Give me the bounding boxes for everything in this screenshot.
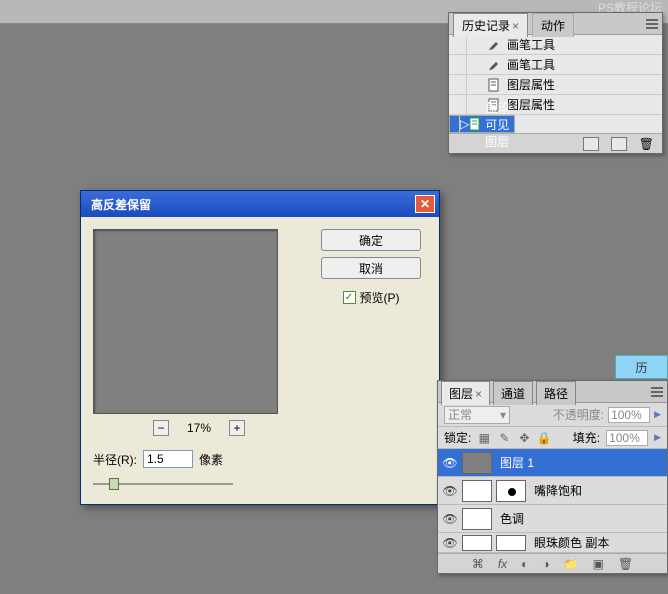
brush-icon [485, 37, 503, 53]
close-button[interactable]: ✕ [415, 195, 435, 213]
opacity-input[interactable]: 100% [608, 407, 650, 423]
visibility-icon[interactable]: 👁 [438, 456, 462, 470]
ok-button[interactable]: 确定 [321, 229, 421, 251]
close-icon[interactable]: × [475, 387, 482, 401]
zoom-in-button[interactable]: + [229, 420, 245, 436]
dialog-title: 高反差保留 [85, 196, 415, 213]
panel-menu-icon[interactable] [651, 387, 663, 397]
lock-all-icon[interactable]: 🔒 [537, 431, 551, 445]
document-icon [485, 77, 503, 93]
radius-unit: 像素 [199, 451, 223, 468]
zoom-out-button[interactable]: − [153, 420, 169, 436]
fx-icon[interactable]: fx [498, 557, 507, 571]
history-item[interactable]: 画笔工具 [449, 55, 662, 75]
tab-paths[interactable]: 路径 [536, 381, 576, 405]
layer-thumb[interactable] [462, 535, 492, 551]
new-layer-icon[interactable]: ▣ [593, 557, 604, 571]
trash-icon[interactable]: 🗑 [639, 137, 654, 151]
history-marker-icon: ▷ [460, 117, 469, 131]
layers-panel: 图层× 通道 路径 正常▾ 不透明度: 100% ▶ 锁定: ▦ ✎ ✥ 🔒 填… [437, 380, 668, 574]
history-list: 画笔工具 画笔工具 图层属性 图层属性 ▷ [449, 35, 662, 133]
layer-thumb[interactable] [462, 452, 492, 474]
history-tabs: 历史记录× 动作 [449, 13, 662, 35]
history-item[interactable]: ▷ 盖印可见图层 [449, 115, 515, 133]
layers-footer: ⌘ fx ◐ ◑ 📁 ▣ 🗑 [438, 553, 667, 573]
radius-label: 半径(R): [93, 451, 137, 468]
tab-actions[interactable]: 动作 [532, 13, 574, 37]
panel-menu-icon[interactable] [646, 19, 658, 29]
layer-thumb[interactable] [462, 508, 492, 530]
high-pass-dialog: 高反差保留 ✕ − 17% + 半径(R): 像素 确定 取消 [80, 190, 440, 505]
mask-icon[interactable]: ◐ [521, 557, 528, 571]
layer-options-row: 正常▾ 不透明度: 100% ▶ [438, 403, 667, 427]
history-item[interactable]: 图层属性 [449, 75, 662, 95]
brush-icon [485, 57, 503, 73]
preview-label: 预览(P) [360, 289, 400, 306]
link-icon[interactable]: ⌘ [472, 557, 484, 571]
fill-flyout-icon[interactable]: ▶ [654, 432, 661, 443]
fill-input[interactable]: 100% [606, 430, 648, 446]
close-icon[interactable]: × [512, 19, 519, 33]
layer-mask[interactable] [496, 480, 526, 502]
fill-label: 填充: [573, 429, 600, 446]
visibility-icon[interactable]: 👁 [438, 484, 462, 498]
lock-label: 锁定: [444, 429, 471, 446]
trash-icon[interactable]: 🗑 [618, 557, 633, 571]
dialog-titlebar[interactable]: 高反差保留 ✕ [81, 191, 439, 217]
preview-checkbox[interactable]: ✓ [343, 291, 356, 304]
cancel-button[interactable]: 取消 [321, 257, 421, 279]
folder-icon[interactable]: 📁 [564, 557, 579, 571]
radius-input[interactable] [143, 450, 193, 468]
adjustment-icon[interactable]: ◑ [542, 557, 549, 571]
layers-tabs: 图层× 通道 路径 [438, 381, 667, 403]
visibility-icon[interactable]: 👁 [438, 536, 462, 550]
history-panel: 历史记录× 动作 画笔工具 画笔工具 图层属性 [448, 12, 663, 154]
new-document-icon[interactable] [611, 137, 627, 151]
lock-pixels-icon[interactable]: ✎ [497, 431, 511, 445]
layer-list: 👁 图层 1 👁 嘴降饱和 👁 色调 👁 眼珠颜色 副本 [438, 449, 667, 553]
blend-mode-select[interactable]: 正常▾ [444, 406, 510, 424]
layer-thumb[interactable] [462, 480, 492, 502]
lock-row: 锁定: ▦ ✎ ✥ 🔒 填充: 100% ▶ [438, 427, 667, 449]
visibility-icon[interactable]: 👁 [438, 512, 462, 526]
preview-box[interactable] [93, 229, 278, 414]
zoom-value: 17% [187, 421, 211, 435]
layer-row[interactable]: 👁 嘴降饱和 [438, 477, 667, 505]
layer-mask[interactable] [496, 535, 526, 551]
history-item[interactable]: 画笔工具 [449, 35, 662, 55]
tab-channels[interactable]: 通道 [493, 381, 533, 405]
new-snapshot-icon[interactable] [583, 137, 599, 151]
floating-tab[interactable]: 历 [615, 355, 668, 379]
opacity-label: 不透明度: [553, 406, 604, 423]
slider-thumb[interactable] [109, 478, 119, 490]
layer-row[interactable]: 👁 图层 1 [438, 449, 667, 477]
stamp-icon [469, 116, 481, 132]
layer-row[interactable]: 👁 眼珠颜色 副本 [438, 533, 667, 553]
tab-history[interactable]: 历史记录× [453, 13, 528, 37]
radius-slider[interactable] [93, 476, 233, 492]
lock-position-icon[interactable]: ✥ [517, 431, 531, 445]
lock-transparency-icon[interactable]: ▦ [477, 431, 491, 445]
opacity-flyout-icon[interactable]: ▶ [654, 409, 661, 420]
layer-row[interactable]: 👁 色调 [438, 505, 667, 533]
tab-layers[interactable]: 图层× [441, 381, 490, 405]
